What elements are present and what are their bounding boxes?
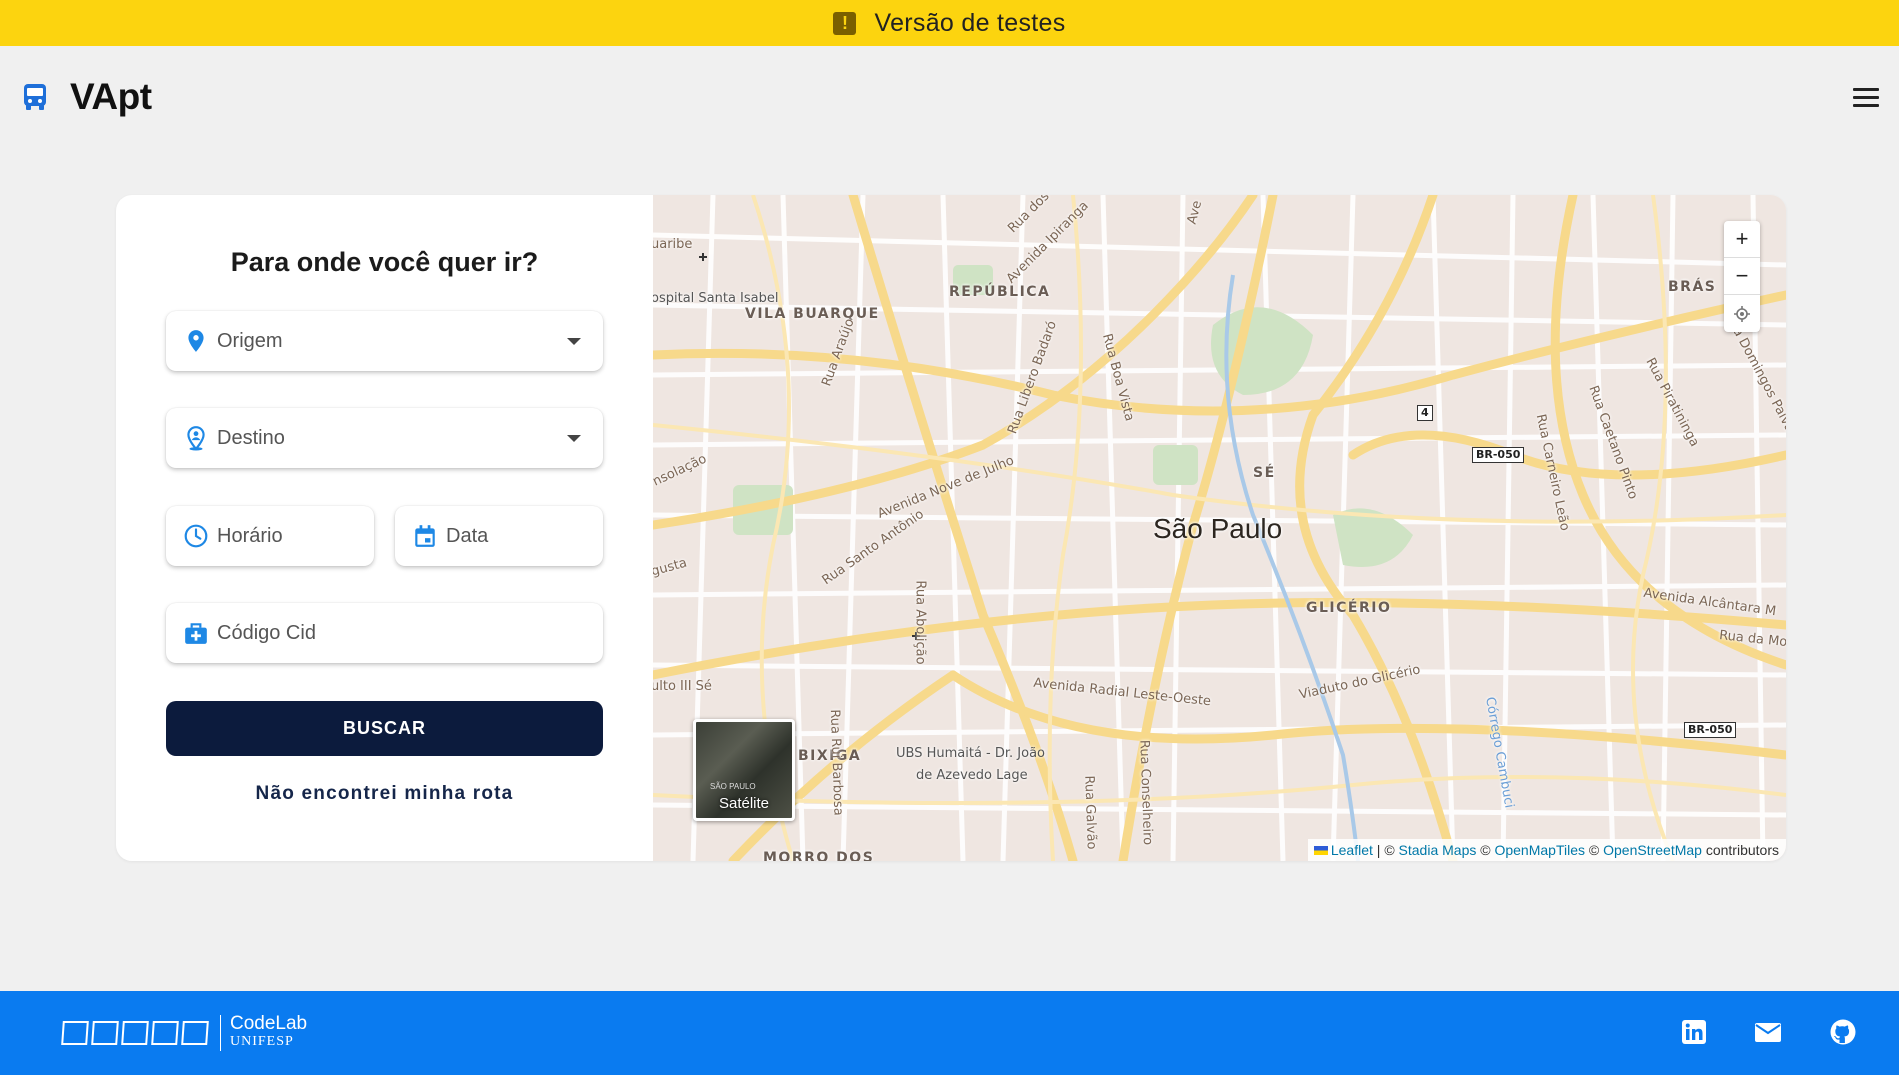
map-label-street: Rua Galvão [1081,775,1099,850]
film-frames-icon [61,1021,209,1045]
satellite-layer-toggle[interactable]: SÃO PAULO Satélite [693,719,795,821]
map-label-street: ulto III Sé [653,679,712,694]
destination-select[interactable]: Destino [166,408,603,468]
map-label-street: Rua Abolição [912,580,928,665]
origin-select[interactable]: Origem [166,311,603,371]
locate-icon[interactable] [1724,295,1760,332]
map-poi-label: UBS Humaitá - Dr. João [896,746,1045,761]
route-not-found-link[interactable]: Não encontrei minha rota [116,783,653,805]
brand-name[interactable]: VApt [70,76,152,118]
map-poi-label: ospital Santa Isabel [653,291,779,306]
attribution-separator: © [1476,842,1495,858]
origin-placeholder: Origem [217,329,283,352]
map-label-district: MORRO DOS [763,850,875,861]
map-label-street: uaribe [653,237,693,252]
attribution-separator: | © [1372,842,1399,858]
satellite-thumb-label: SÃO PAULO [710,782,756,791]
logo-line2: UNIFESP [230,1034,294,1049]
footer: CodeLab UNIFESP [0,991,1899,1075]
highway-shield: BR-050 [1472,447,1525,463]
search-button[interactable]: BUSCAR [166,701,603,756]
openstreetmap-link[interactable]: OpenStreetMap [1603,842,1702,858]
highway-shield: 4 [1417,405,1433,421]
mail-icon[interactable] [1754,1018,1782,1046]
time-field[interactable]: Horário [166,506,374,566]
map-label-district: GLICÉRIO [1306,600,1392,616]
highway-shield: BR-050 [1684,722,1737,738]
satellite-label: Satélite [718,795,770,812]
zoom-in-button[interactable]: + [1724,221,1760,258]
map-poi-label: de Azevedo Lage [916,768,1028,783]
map-zoom-controls: + − [1724,221,1760,332]
map-label-city: São Paulo [1153,513,1283,544]
map-label-district: BRÁS [1668,279,1717,295]
attribution-suffix: contributors [1701,842,1779,858]
warning-icon: ! [833,11,857,35]
search-card: Para onde você quer ir? Origem Destino H… [116,195,1786,861]
map-view[interactable]: REPÚBLICA VILA BUARQUE BRÁS SÉ GLICÉRIO … [653,195,1786,861]
date-placeholder: Data [446,524,489,547]
leaflet-link[interactable]: Leaflet [1331,842,1373,858]
openmaptiles-link[interactable]: OpenMapTiles [1494,842,1585,858]
test-version-banner: ! Versão de testes [0,0,1899,46]
clock-icon [184,524,208,548]
location-pin-icon [188,330,204,352]
calendar-icon [415,525,435,547]
route-search-form: Para onde você quer ir? Origem Destino H… [116,195,653,861]
cid-code-field[interactable]: Código Cid [166,603,603,663]
bus-icon [24,84,46,110]
hamburger-menu-icon[interactable] [1853,88,1879,110]
destination-placeholder: Destino [217,426,285,449]
ukraine-flag-icon [1313,846,1328,855]
map-label-district: SÉ [1253,465,1276,481]
map-label-district: VILA BUARQUE [745,306,880,322]
chevron-down-icon[interactable] [567,435,581,442]
codelab-unifesp-logo[interactable]: CodeLab UNIFESP [61,1009,308,1057]
github-icon[interactable] [1829,1018,1857,1046]
cid-code-placeholder: Código Cid [217,621,316,644]
logo-line1: CodeLab [230,1013,308,1034]
linkedin-icon[interactable] [1680,1018,1708,1046]
app-header: VApt [0,46,1899,152]
medical-bag-icon [185,623,207,644]
time-placeholder: Horário [217,524,283,547]
stadia-maps-link[interactable]: Stadia Maps [1399,842,1477,858]
logo-divider [220,1015,221,1051]
form-title: Para onde você quer ir? [230,247,539,277]
date-field[interactable]: Data [395,506,603,566]
zoom-out-button[interactable]: − [1724,258,1760,295]
location-person-icon [187,426,205,451]
banner-text: Versão de testes [874,8,1066,37]
attribution-separator: © [1585,842,1604,858]
map-label-district: REPÚBLICA [949,284,1051,300]
chevron-down-icon[interactable] [567,338,581,345]
map-attribution: Leaflet | © Stadia Maps © OpenMapTiles ©… [1307,839,1786,861]
